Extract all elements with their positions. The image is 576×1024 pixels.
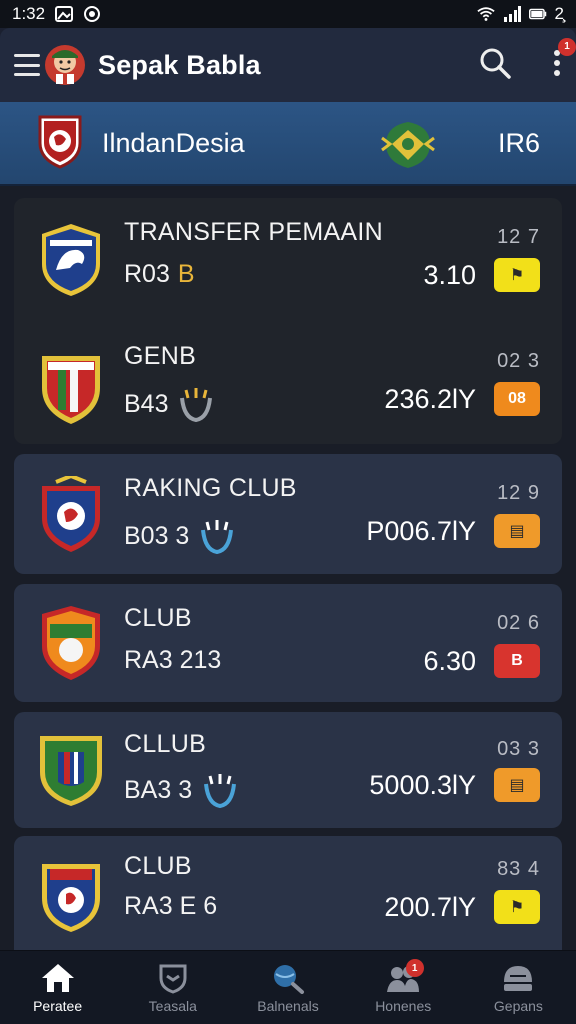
row-time: 83 4 [497, 858, 540, 880]
trophy-icon [204, 774, 237, 809]
circle-icon [83, 5, 101, 23]
row-sub-text: B03 3 [124, 521, 190, 550]
nav-label: Honenes [375, 997, 432, 1014]
list-card[interactable]: CLUB RA3 E 6 83 4 200.7lY ⚑ [14, 836, 562, 960]
row-time: 02 3 [497, 350, 540, 372]
bottom-nav: Peratee Teasala Balnenals 1 Honenes Gepa… [0, 950, 576, 1024]
nav-label: Peratee [33, 997, 83, 1014]
battery-text: 2̧̧ [554, 4, 564, 23]
row-time: 03 3 [497, 738, 540, 760]
status-badge: ▤ [494, 768, 540, 802]
row-time: 02 6 [497, 612, 540, 634]
hamburger-icon[interactable] [14, 54, 40, 76]
row-value: 3.10 [423, 260, 476, 290]
trophy-icon [180, 388, 213, 423]
status-badge: ⚑ [494, 258, 540, 292]
app-header: Sepak Babla 1 [0, 28, 576, 102]
club-crest-icon [42, 864, 100, 932]
club-crest-icon [42, 224, 100, 296]
row-value: 200.7lY [384, 892, 476, 922]
signal-icon [503, 5, 521, 23]
row-sub-text: B43 [124, 389, 169, 418]
row-time: 12 9 [497, 482, 540, 504]
league-crest-icon [36, 113, 84, 174]
wifi-icon [476, 5, 495, 23]
shield-icon [159, 964, 187, 994]
row-subtitle: B43 [124, 384, 216, 424]
club-crest-icon [42, 476, 100, 552]
row-sub-extra: B [177, 260, 195, 288]
nav-item-people[interactable]: 1 Honenes [346, 951, 461, 1024]
club-crest-icon [40, 736, 102, 806]
row-title: CLLUB [124, 730, 207, 758]
image-icon [55, 5, 74, 23]
row-title: GENB [124, 342, 197, 370]
list-item[interactable]: TRANSFER PEMAAIN R03 B 12 7 3.10 ⚑ [14, 198, 562, 318]
search-icon [480, 48, 511, 79]
row-subtitle: RA3 E 6 [124, 892, 217, 921]
row-value: P006.7lY [366, 516, 476, 546]
league-name: IlndanDesia [102, 127, 245, 158]
helmet-icon [504, 965, 533, 991]
search-globe-icon [274, 964, 304, 994]
list-card[interactable]: RAKING CLUB B03 3 12 9 P006.7lY ▤ [14, 454, 562, 574]
status-badge: ⚑ [494, 890, 540, 924]
list-item[interactable]: GENB B43 02 3 236.2lY 08 [14, 322, 562, 442]
row-subtitle: RA3 213 [124, 646, 221, 675]
row-value: 5000.3lY [369, 770, 476, 800]
notification-badge: 1 [558, 37, 576, 56]
row-value: 6.30 [423, 646, 476, 676]
row-subtitle: R03 B [124, 260, 195, 289]
row-subtitle: B03 3 [124, 516, 237, 556]
club-crest-icon [42, 606, 100, 680]
nav-item-home[interactable]: Peratee [0, 951, 115, 1024]
nav-label: Teasala [148, 997, 197, 1014]
nav-label: Gepans [493, 997, 543, 1014]
more-button[interactable]: 1 [552, 37, 576, 83]
list-card[interactable]: CLUB RA3 213 02 6 6.30 B [14, 584, 562, 702]
nav-item-settings[interactable]: Gepans [461, 951, 576, 1024]
row-title: CLUB [124, 604, 192, 632]
nav-label: Balnenals [257, 997, 319, 1014]
league-code: IR6 [497, 127, 540, 158]
row-title: CLUB [124, 852, 192, 880]
league-emblem-icon [378, 114, 438, 179]
row-time: 12 7 [497, 226, 540, 248]
row-title: TRANSFER PEMAAIN [124, 218, 383, 246]
status-badge: 08 [494, 382, 540, 416]
transfer-list: TRANSFER PEMAAIN R03 B 12 7 3.10 ⚑ GENB … [0, 186, 576, 960]
row-sub-text: RA3 213 [124, 646, 222, 674]
row-title: RAKING CLUB [124, 474, 297, 502]
status-badge: B [494, 644, 540, 678]
league-banner[interactable]: IlndanDesia IR6 [0, 102, 576, 186]
nav-item-teams[interactable]: Teasala [115, 951, 230, 1024]
app-logo [44, 44, 86, 86]
nav-badge: 1 [405, 959, 424, 977]
trophy-icon [201, 520, 234, 555]
list-card[interactable]: CLLUB BA3 3 03 3 5000.3lY ▤ [14, 712, 562, 828]
row-subtitle: BA3 3 [124, 770, 240, 810]
app-title: Sepak Babla [98, 49, 261, 80]
club-crest-icon [42, 356, 100, 424]
featured-card: TRANSFER PEMAAIN R03 B 12 7 3.10 ⚑ GENB … [14, 198, 562, 444]
home-icon [41, 963, 74, 992]
status-time: 1:32 [12, 4, 46, 23]
search-button[interactable] [478, 46, 512, 85]
row-sub-text: R03 [124, 260, 170, 288]
status-bar: 1:32 2̧̧ [0, 0, 576, 28]
row-sub-text: BA3 3 [124, 775, 193, 804]
nav-item-search[interactable]: Balnenals [230, 951, 345, 1024]
status-badge: ▤ [494, 514, 540, 548]
battery-icon [528, 5, 547, 23]
row-sub-text: RA3 E 6 [124, 892, 218, 920]
row-value: 236.2lY [384, 384, 476, 414]
